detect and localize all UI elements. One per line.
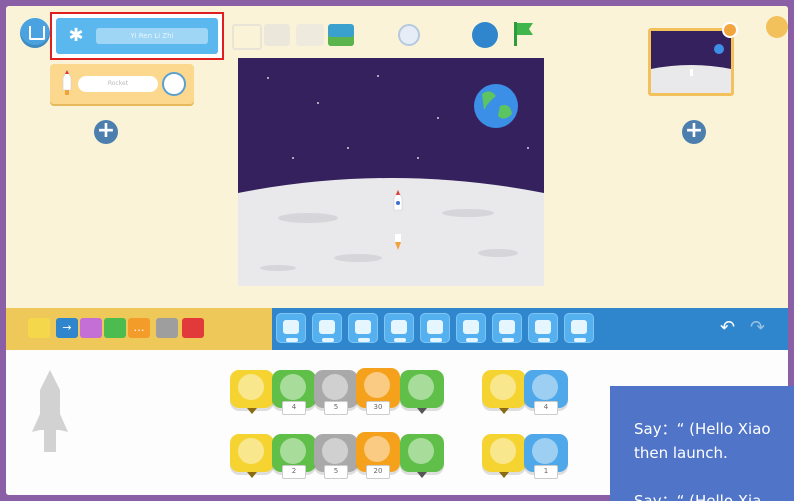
category-triggers[interactable] [28, 318, 50, 338]
block-param: 1 [534, 465, 558, 479]
wait-block-2[interactable]: 20 [356, 432, 400, 479]
scene-badge [722, 22, 738, 38]
background-icon[interactable] [328, 24, 354, 46]
add-scene-button[interactable]: + [682, 120, 706, 144]
clock-icon [364, 436, 390, 462]
save-icon[interactable] [766, 16, 788, 38]
undo-button[interactable]: ↶ [720, 318, 735, 338]
sprite-card-rocket[interactable]: Rocket [50, 64, 194, 104]
turn-left-block[interactable] [456, 313, 486, 343]
say-block-2[interactable]: 2 [272, 434, 316, 479]
wait-block[interactable]: 30 [356, 368, 400, 415]
category-end[interactable] [182, 318, 204, 338]
hop-block[interactable] [492, 313, 522, 343]
bluetooth-icon: ✱ [68, 25, 84, 46]
small-stage-icon[interactable] [264, 24, 290, 46]
move-right-block[interactable] [276, 313, 306, 343]
go-home-block[interactable] [528, 313, 558, 343]
top-area: ✱ Yi Ren Li Zhi Rocket + + [6, 6, 788, 308]
category-control[interactable]: … [128, 318, 150, 338]
category-motion[interactable]: → [56, 318, 78, 338]
add-sprite-button[interactable]: + [94, 120, 118, 144]
present-mode-icon[interactable] [232, 24, 262, 50]
sprite-name-label: Rocket [78, 76, 158, 92]
dropdown-icon [499, 472, 509, 478]
say-block[interactable]: 4 [272, 370, 316, 415]
category-looks[interactable] [80, 318, 102, 338]
start-on-tap-block-2[interactable] [230, 434, 274, 478]
block-param: 30 [366, 401, 390, 415]
redo-button[interactable]: ↷ [750, 318, 765, 338]
block-param: 5 [324, 465, 348, 479]
play-sound-block[interactable] [400, 370, 444, 414]
start-on-tap-block[interactable] [230, 370, 274, 414]
stage[interactable] [238, 58, 544, 286]
block-param: 2 [282, 465, 306, 479]
home-button[interactable] [20, 18, 50, 48]
turn-right-block[interactable] [420, 313, 450, 343]
start-on-message-block[interactable] [482, 370, 526, 414]
dropdown-icon [247, 408, 257, 414]
play-sound-block-2[interactable] [400, 434, 444, 478]
repeat-block[interactable]: 5 [314, 370, 358, 415]
move-down-block[interactable] [384, 313, 414, 343]
reset-icon[interactable] [472, 22, 498, 48]
dropdown-icon [417, 472, 427, 478]
block-param: 4 [534, 401, 558, 415]
earth-icon [474, 84, 518, 128]
clock-icon [364, 372, 390, 398]
bluetooth-connect-button[interactable]: ✱ Yi Ren Li Zhi [56, 18, 218, 54]
category-extensions[interactable] [156, 318, 178, 338]
move-up-script-block[interactable]: 4 [524, 370, 568, 415]
bluetooth-connect-highlight[interactable]: ✱ Yi Ren Li Zhi [50, 12, 224, 60]
moon-scene [238, 58, 544, 286]
speed-block[interactable] [564, 313, 594, 343]
instruction-panel: Say：“ (Hello Xiao then launch. Say：“ (He… [610, 386, 794, 501]
block-param: 5 [324, 401, 348, 415]
motion-blocks-row: ↶ ↷ [272, 308, 788, 350]
move-left-block[interactable] [312, 313, 342, 343]
instruction-line-2: then launch. [634, 444, 728, 462]
move-down-script-block[interactable]: 1 [524, 434, 568, 479]
green-flag-icon[interactable] [510, 20, 536, 48]
text-tool-icon[interactable] [398, 24, 420, 46]
start-on-message-block-2[interactable] [482, 434, 526, 478]
scene-thumbnail[interactable] [648, 28, 734, 96]
scene-thumbnail-preview [651, 31, 731, 93]
instruction-line-3: Say：“ (Hello Xia [634, 492, 762, 501]
device-name-field: Yi Ren Li Zhi [96, 28, 208, 44]
dropdown-icon [417, 408, 427, 414]
block-palette: → … ↶ ↷ [6, 308, 788, 350]
rocket-icon [62, 70, 72, 95]
instruction-line-1: Say：“ (Hello Xiao [634, 420, 771, 438]
block-param: 20 [366, 465, 390, 479]
dropdown-icon [247, 472, 257, 478]
repeat-block-2[interactable]: 5 [314, 434, 358, 479]
move-up-block[interactable] [348, 313, 378, 343]
grid-icon[interactable] [296, 24, 324, 46]
dropdown-icon [499, 408, 509, 414]
edit-sprite-button[interactable] [162, 72, 186, 96]
rocket-ghost-icon [32, 370, 68, 452]
block-param: 4 [282, 401, 306, 415]
category-sound[interactable] [104, 318, 126, 338]
